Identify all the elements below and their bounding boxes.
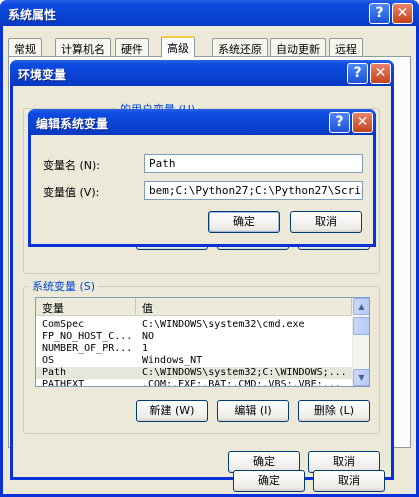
column-header-value[interactable]: 值 bbox=[136, 298, 352, 315]
close-icon[interactable]: ✕ bbox=[392, 3, 413, 24]
tab-system-restore[interactable]: 系统还原 bbox=[212, 38, 268, 57]
new-variable-button[interactable]: 新建 (W) bbox=[136, 400, 208, 422]
tab-computer-name[interactable]: 计算机名 bbox=[55, 38, 111, 57]
table-row[interactable]: PATHEXT .COM;.EXE;.BAT;.CMD;.VBS;.VBE;..… bbox=[36, 379, 352, 387]
system-properties-title: 系统属性 bbox=[8, 8, 57, 22]
sysprop-cancel-button[interactable]: 取消 bbox=[313, 470, 385, 492]
row-name: OS bbox=[42, 355, 55, 366]
scroll-up-icon[interactable]: ▲ bbox=[353, 298, 369, 315]
sysprop-ok-button[interactable]: 确定 bbox=[233, 470, 305, 492]
row-value: Windows_NT bbox=[142, 355, 203, 366]
tab-general[interactable]: 常规 bbox=[8, 38, 42, 57]
row-name: ComSpec bbox=[42, 319, 85, 330]
variable-name-label: 变量名 (N): bbox=[43, 159, 101, 172]
table-row-selected[interactable]: Path C:\WINDOWS\system32;C:\WINDOWS;... bbox=[36, 367, 352, 379]
help-icon[interactable]: ? bbox=[347, 63, 368, 84]
variable-name-input[interactable]: Path bbox=[144, 154, 363, 173]
row-value: C:\WINDOWS\system32;C:\WINDOWS;... bbox=[142, 367, 347, 378]
close-icon[interactable]: ✕ bbox=[352, 112, 373, 133]
table-row[interactable]: OS Windows_NT bbox=[36, 355, 352, 367]
scroll-thumb[interactable] bbox=[353, 317, 369, 335]
table-row[interactable]: NUMBER_OF_PR... 1 bbox=[36, 343, 352, 355]
tab-advanced[interactable]: 高级 bbox=[161, 36, 195, 57]
env-vars-title: 环境变量 bbox=[18, 68, 67, 82]
tab-remote[interactable]: 远程 bbox=[329, 38, 363, 57]
env-vars-titlebar[interactable]: 环境变量 bbox=[10, 60, 394, 86]
edit-ok-button[interactable]: 确定 bbox=[208, 211, 280, 233]
row-value: C:\WINDOWS\system32\cmd.exe bbox=[142, 319, 305, 330]
row-name: PATHEXT bbox=[42, 379, 85, 387]
edit-system-var-dialog: 编辑系统变量 ? ✕ 变量名 (N): Path 变量值 (V): bem;C:… bbox=[28, 109, 376, 247]
vertical-scrollbar[interactable]: ▲ ▼ bbox=[352, 298, 369, 386]
tab-hardware[interactable]: 硬件 bbox=[115, 38, 149, 57]
column-header-variable[interactable]: 变量 bbox=[36, 298, 136, 315]
row-value: .COM;.EXE;.BAT;.CMD;.VBS;.VBE;... bbox=[142, 379, 341, 387]
table-row[interactable]: ComSpec C:\WINDOWS\system32\cmd.exe bbox=[36, 319, 352, 331]
list-header: 变量 值 bbox=[36, 298, 369, 316]
variable-value-input[interactable]: bem;C:\Python27;C:\Python27\Scripts bbox=[144, 181, 363, 200]
close-icon[interactable]: ✕ bbox=[370, 63, 391, 84]
system-vars-list[interactable]: 变量 值 ComSpec C:\WINDOWS\system32\cmd.exe… bbox=[35, 297, 370, 387]
row-name: Path bbox=[42, 367, 67, 378]
row-name: FP_NO_HOST_C... bbox=[42, 331, 133, 342]
tab-automatic-updates[interactable]: 自动更新 bbox=[270, 38, 326, 57]
edit-dialog-titlebar[interactable]: 编辑系统变量 bbox=[28, 109, 376, 135]
scroll-down-icon[interactable]: ▼ bbox=[353, 369, 369, 386]
variable-value-label: 变量值 (V): bbox=[43, 186, 100, 199]
row-value: NO bbox=[142, 331, 155, 342]
help-icon[interactable]: ? bbox=[329, 112, 350, 133]
row-value: 1 bbox=[142, 343, 149, 354]
edit-variable-button[interactable]: 编辑 (I) bbox=[217, 400, 289, 422]
edit-dialog-client: 变量名 (N): Path 变量值 (V): bem;C:\Python27;C… bbox=[31, 135, 373, 244]
table-row[interactable]: FP_NO_HOST_C... NO bbox=[36, 331, 352, 343]
row-name: NUMBER_OF_PR... bbox=[42, 343, 133, 354]
system-vars-legend: 系统变量 (S) bbox=[29, 278, 99, 294]
edit-dialog-title: 编辑系统变量 bbox=[36, 117, 109, 131]
delete-variable-button[interactable]: 删除 (L) bbox=[298, 400, 370, 422]
system-properties-titlebar[interactable]: 系统属性 bbox=[0, 0, 419, 26]
help-icon[interactable]: ? bbox=[369, 3, 390, 24]
edit-cancel-button[interactable]: 取消 bbox=[290, 211, 362, 233]
